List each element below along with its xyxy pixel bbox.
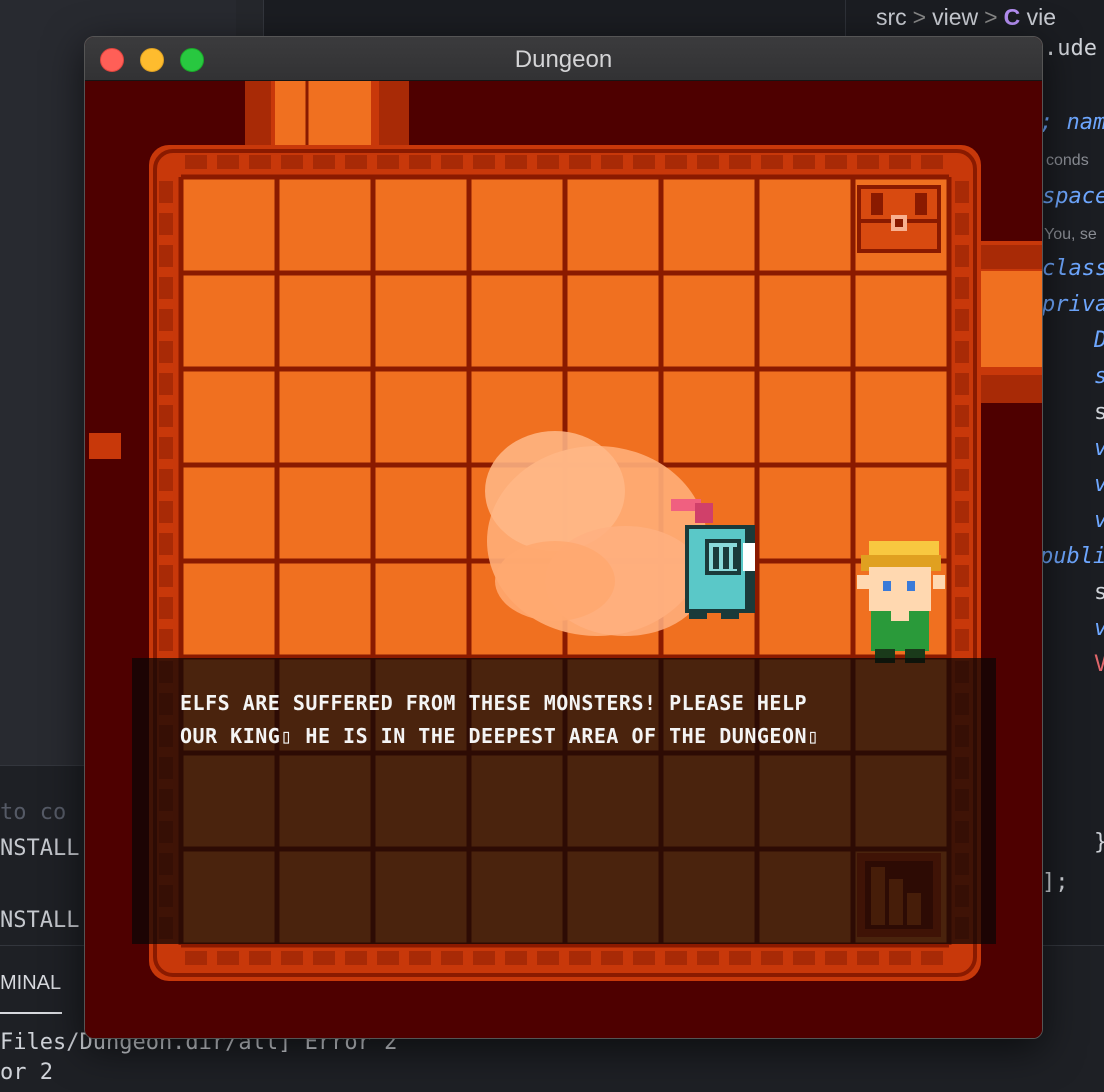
code-line: priva (1042, 292, 1104, 317)
wall-nub (89, 433, 121, 459)
tab-terminal[interactable]: MINAL (0, 972, 61, 995)
code-line: ]; (1042, 870, 1069, 895)
code-line: conds (1046, 152, 1089, 169)
tab-active-indicator (0, 1012, 62, 1014)
code-line: class (1042, 256, 1104, 281)
treasure-chest (857, 185, 941, 253)
code-line: .ude (1044, 36, 1097, 61)
game-window[interactable]: Dungeon ELFS ARE SUFFERED FROM THESE MON… (84, 36, 1043, 1039)
code-line: s (1094, 400, 1104, 425)
dialog-text: ELFS ARE SUFFERED FROM THESE MONSTERS! P… (180, 687, 1010, 753)
code-line: D (1094, 328, 1104, 353)
code-line: v (1094, 436, 1104, 461)
code-line: v (1094, 616, 1104, 641)
code-line: space (1042, 184, 1104, 209)
code-line: } (1094, 830, 1104, 855)
dialog-box[interactable]: ELFS ARE SUFFERED FROM THESE MONSTERS! P… (132, 658, 996, 944)
dialog-line-2: OUR KING▯ HE IS IN THE DEEPEST AREA OF T… (180, 724, 820, 748)
code-line: s (1094, 364, 1104, 389)
dialog-line-1: ELFS ARE SUFFERED FROM THESE MONSTERS! P… (180, 691, 808, 715)
window-titlebar[interactable]: Dungeon (85, 37, 1042, 81)
code-line: V (1094, 652, 1104, 677)
terminal-line: or 2 (0, 1060, 53, 1085)
breadcrumb[interactable]: src > view > C vie (876, 4, 1056, 31)
output-line: to co (0, 800, 67, 825)
breadcrumb-view[interactable]: view (932, 4, 978, 30)
output-line: NSTALL (0, 836, 80, 861)
c-language-icon: C (1003, 4, 1021, 30)
code-line: ; nam (1040, 110, 1104, 135)
chevron-right-icon: > (984, 4, 998, 30)
code-line: s (1094, 580, 1104, 605)
window-title: Dungeon (514, 46, 613, 73)
output-line: NSTALL (0, 908, 80, 933)
breadcrumb-src[interactable]: src (876, 4, 907, 30)
chevron-right-icon: > (912, 4, 927, 30)
code-line: You, se (1044, 226, 1097, 243)
game-canvas[interactable]: ELFS ARE SUFFERED FROM THESE MONSTERS! P… (85, 81, 1042, 1038)
code-line: publi (1040, 544, 1104, 569)
breadcrumb-file[interactable]: vie (1027, 4, 1056, 30)
code-line: v (1094, 472, 1104, 497)
code-line: v (1094, 508, 1104, 533)
